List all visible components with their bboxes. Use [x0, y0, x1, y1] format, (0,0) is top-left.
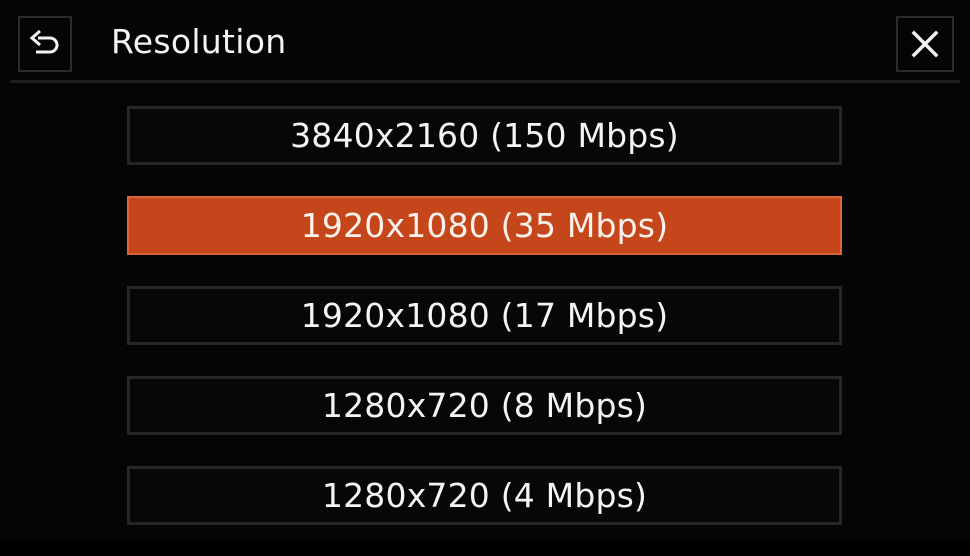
- resolution-option-3840x2160-150[interactable]: 3840x2160 (150 Mbps): [127, 106, 842, 165]
- close-x-icon: [911, 30, 939, 58]
- page-title: Resolution: [111, 22, 287, 61]
- resolution-options-list: 3840x2160 (150 Mbps) 1920x1080 (35 Mbps)…: [127, 106, 842, 556]
- resolution-option-1280x720-8[interactable]: 1280x720 (8 Mbps): [127, 376, 842, 435]
- resolution-option-1920x1080-35[interactable]: 1920x1080 (35 Mbps): [127, 196, 842, 255]
- resolution-option-1920x1080-17[interactable]: 1920x1080 (17 Mbps): [127, 286, 842, 345]
- header-bar: Resolution: [0, 0, 970, 82]
- header-divider: [10, 80, 960, 83]
- resolution-option-1280x720-4[interactable]: 1280x720 (4 Mbps): [127, 466, 842, 525]
- return-arrow-icon: [28, 29, 62, 59]
- back-button[interactable]: [18, 16, 72, 72]
- close-button[interactable]: [896, 16, 954, 72]
